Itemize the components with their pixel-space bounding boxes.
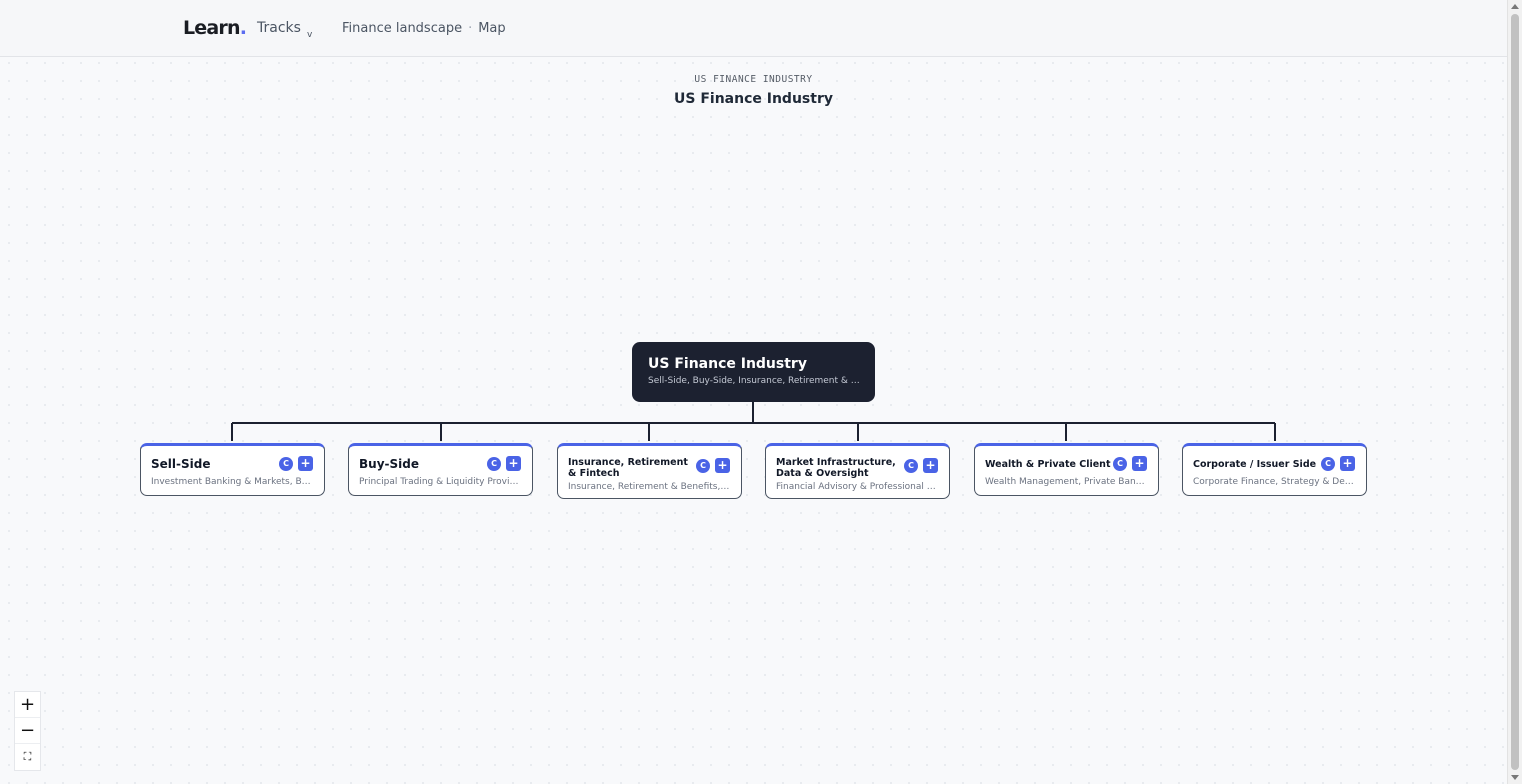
node-subtitle: Principal Trading & Liquidity Providers,… xyxy=(359,477,523,487)
expand-plus-button[interactable]: + xyxy=(506,456,521,471)
node-subtitle: Wealth Management, Private Banking & Fam… xyxy=(985,477,1149,487)
expand-plus-button[interactable]: + xyxy=(715,458,730,473)
root-node[interactable]: US Finance Industry Sell-Side, Buy-Side,… xyxy=(632,342,875,402)
c-icon[interactable]: C xyxy=(279,457,293,471)
node-sell-side[interactable]: Sell-Side C + Investment Banking & Marke… xyxy=(140,443,325,496)
expand-plus-button[interactable]: + xyxy=(1340,456,1355,471)
node-insurance-retirement-fintech[interactable]: Insurance, Retirement & Fintech C + Insu… xyxy=(557,443,742,499)
zoom-controls: + − ⛶ xyxy=(14,691,41,771)
root-node-subtitle: Sell-Side, Buy-Side, Insurance, Retireme… xyxy=(648,376,860,386)
node-subtitle: Insurance, Retirement & Benefits, Fintec… xyxy=(568,482,732,492)
node-subtitle: Investment Banking & Markets, Banking & … xyxy=(151,477,315,487)
node-title: Sell-Side xyxy=(151,457,211,471)
scrollbar-thumb[interactable] xyxy=(1511,14,1519,770)
node-subtitle: Corporate Finance, Strategy & Deals, Tre… xyxy=(1193,477,1357,487)
node-title: Corporate / Issuer Side xyxy=(1193,459,1317,470)
node-title: Insurance, Retirement & Fintech xyxy=(568,457,688,479)
c-icon[interactable]: C xyxy=(696,459,710,473)
zoom-out-button[interactable]: − xyxy=(15,718,40,744)
node-wealth-private-client[interactable]: Wealth & Private Client C + Wealth Manag… xyxy=(974,443,1159,496)
node-buy-side[interactable]: Buy-Side C + Principal Trading & Liquidi… xyxy=(348,443,533,496)
c-icon[interactable]: C xyxy=(1113,457,1127,471)
vertical-scrollbar[interactable] xyxy=(1507,0,1522,784)
fit-view-icon[interactable]: ⛶ xyxy=(15,744,40,770)
c-icon[interactable]: C xyxy=(487,457,501,471)
scroll-up-arrow-icon[interactable] xyxy=(1511,4,1519,9)
node-title: Market Infrastructure, Data & Oversight xyxy=(776,457,896,479)
expand-plus-button[interactable]: + xyxy=(1132,456,1147,471)
c-icon[interactable]: C xyxy=(1321,457,1335,471)
node-corporate-issuer-side[interactable]: Corporate / Issuer Side C + Corporate Fi… xyxy=(1182,443,1367,496)
node-title: Buy-Side xyxy=(359,457,419,471)
root-node-title: US Finance Industry xyxy=(648,356,807,372)
node-subtitle: Financial Advisory & Professional Servic… xyxy=(776,482,940,492)
expand-plus-button[interactable]: + xyxy=(298,456,313,471)
zoom-in-button[interactable]: + xyxy=(15,692,40,718)
c-icon[interactable]: C xyxy=(904,459,918,473)
scroll-down-arrow-icon[interactable] xyxy=(1511,775,1519,780)
node-market-infrastructure[interactable]: Market Infrastructure, Data & Oversight … xyxy=(765,443,950,499)
expand-plus-button[interactable]: + xyxy=(923,458,938,473)
node-title: Wealth & Private Client xyxy=(985,459,1111,470)
